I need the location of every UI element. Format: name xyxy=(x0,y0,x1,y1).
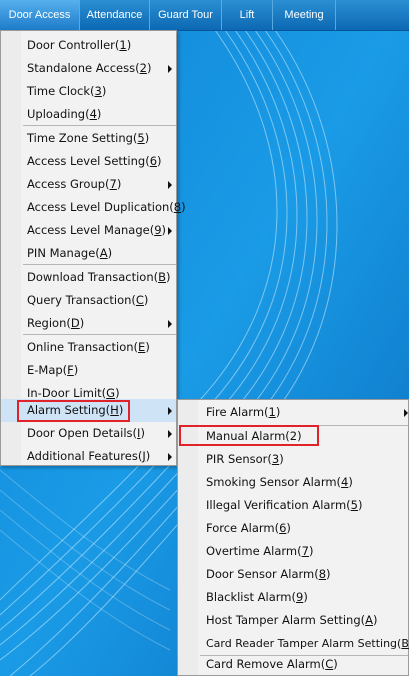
menu-separator xyxy=(23,125,176,126)
menu-item-online-transaction[interactable]: Online Transaction(E) xyxy=(1,336,176,359)
submenu-item-force-alarm[interactable]: Force Alarm(6) xyxy=(178,517,408,540)
submenu-arrow-icon xyxy=(168,227,172,235)
submenu-arrow-icon xyxy=(168,453,172,461)
top-menu-bar: Door Access Attendance Guard Tour Lift M… xyxy=(0,0,409,31)
menu-item-door-open-details[interactable]: Door Open Details(I) xyxy=(1,422,176,445)
tab-attendance[interactable]: Attendance xyxy=(80,0,150,30)
submenu-item-fire-alarm[interactable]: Fire Alarm(1) xyxy=(178,401,408,424)
submenu-item-illegal-verification-alarm[interactable]: Illegal Verification Alarm(5) xyxy=(178,494,408,517)
tab-lift[interactable]: Lift xyxy=(222,0,273,30)
submenu-arrow-icon xyxy=(168,65,172,73)
submenu-arrow-icon xyxy=(168,430,172,438)
menu-item-region[interactable]: Region(D) xyxy=(1,312,176,335)
menu-item-additional-features[interactable]: Additional Features(J) xyxy=(1,445,176,468)
submenu-arrow-icon xyxy=(168,407,172,415)
submenu-item-door-sensor-alarm[interactable]: Door Sensor Alarm(8) xyxy=(178,563,408,586)
alarm-setting-highlight-box xyxy=(17,400,130,422)
submenu-item-smoking-sensor-alarm[interactable]: Smoking Sensor Alarm(4) xyxy=(178,471,408,494)
menu-item-access-group[interactable]: Access Group(7) xyxy=(1,173,176,196)
menu-item-pin-manage[interactable]: PIN Manage(A) xyxy=(1,242,176,265)
submenu-item-host-tamper-alarm-setting[interactable]: Host Tamper Alarm Setting(A) xyxy=(178,609,408,632)
door-access-menu: Door Controller(1) Standalone Access(2) … xyxy=(0,30,186,468)
menu-separator xyxy=(23,264,176,265)
menu-item-standalone-access[interactable]: Standalone Access(2) xyxy=(1,57,176,80)
tab-door-access[interactable]: Door Access xyxy=(0,0,80,30)
tab-meeting[interactable]: Meeting xyxy=(273,0,336,30)
tab-guard-tour[interactable]: Guard Tour xyxy=(150,0,222,30)
submenu-arrow-icon xyxy=(168,320,172,328)
submenu-item-overtime-alarm[interactable]: Overtime Alarm(7) xyxy=(178,540,408,563)
submenu-item-card-remove-alarm[interactable]: Card Remove Alarm(C) xyxy=(178,653,408,676)
menu-item-download-transaction[interactable]: Download Transaction(B) xyxy=(1,266,176,289)
submenu-item-pir-sensor[interactable]: PIR Sensor(3) xyxy=(178,448,408,471)
alarm-setting-submenu: Fire Alarm(1) Manual Alarm(2) PIR Sensor… xyxy=(177,399,409,676)
menu-separator xyxy=(23,334,176,335)
menu-item-time-zone-setting[interactable]: Time Zone Setting(5) xyxy=(1,127,176,150)
manual-alarm-highlight-box xyxy=(179,425,319,446)
menu-item-uploading[interactable]: Uploading(4) xyxy=(1,103,176,126)
menu-item-e-map[interactable]: E-Map(F) xyxy=(1,359,176,382)
menu-item-query-transaction[interactable]: Query Transaction(C) xyxy=(1,289,176,312)
menu-item-access-level-duplication[interactable]: Access Level Duplication(8) xyxy=(1,196,186,219)
menu-item-access-level-setting[interactable]: Access Level Setting(6) xyxy=(1,150,176,173)
submenu-arrow-icon xyxy=(404,409,408,417)
submenu-item-blacklist-alarm[interactable]: Blacklist Alarm(9) xyxy=(178,586,408,609)
submenu-arrow-icon xyxy=(168,181,172,189)
menu-item-time-clock[interactable]: Time Clock(3) xyxy=(1,80,176,103)
menu-item-access-level-manage[interactable]: Access Level Manage(9) xyxy=(1,219,176,242)
menu-item-door-controller[interactable]: Door Controller(1) xyxy=(1,34,176,57)
submenu-item-card-reader-tamper-alarm-setting[interactable]: Card Reader Tamper Alarm Setting(B) xyxy=(178,632,409,655)
